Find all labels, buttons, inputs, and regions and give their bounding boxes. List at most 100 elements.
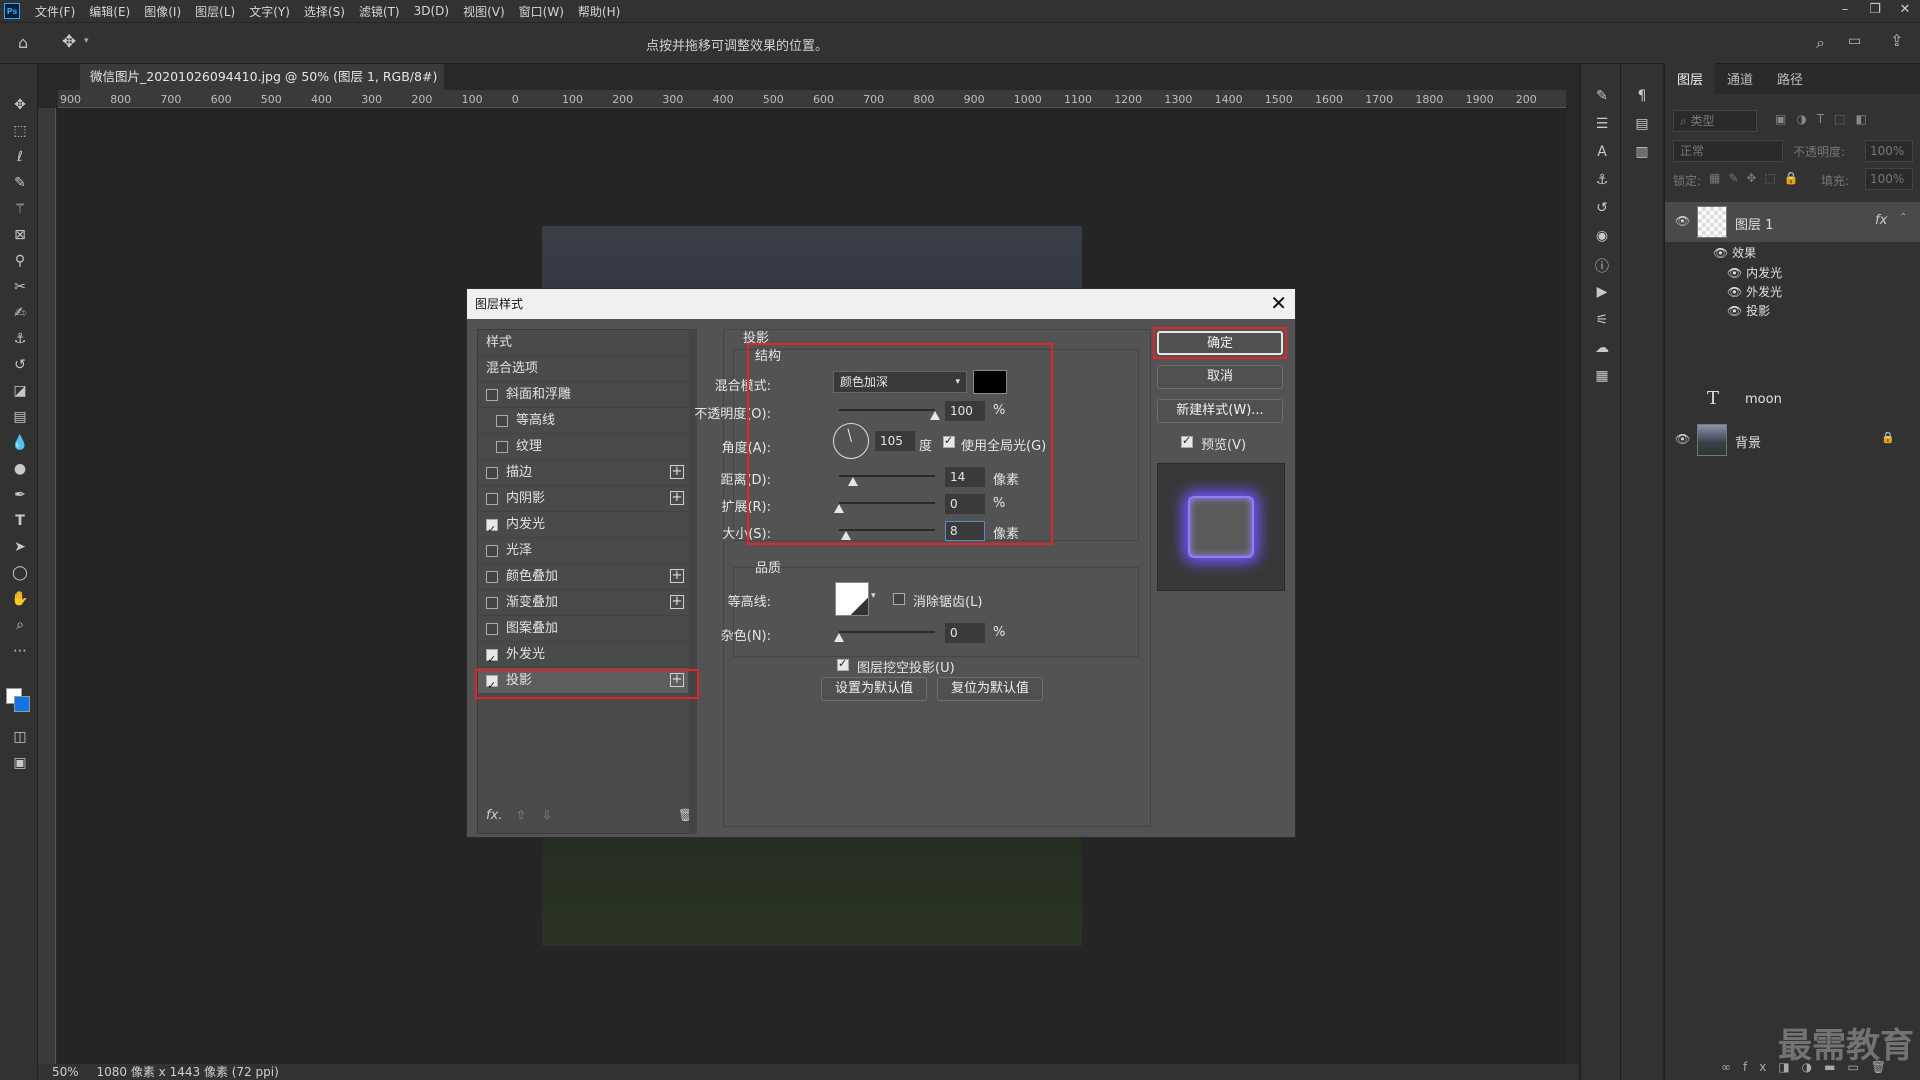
- ok-button[interactable]: 确定: [1157, 331, 1283, 355]
- style-item-inner-shadow[interactable]: 内阴影 +: [478, 486, 688, 512]
- new-style-button[interactable]: 新建样式(W)...: [1157, 399, 1283, 423]
- style-item-styles[interactable]: 样式: [478, 330, 688, 356]
- lasso-icon[interactable]: ℓ: [10, 148, 30, 166]
- notes-icon[interactable]: ▥: [1632, 144, 1652, 162]
- checkbox[interactable]: [486, 389, 498, 401]
- knockout-checkbox[interactable]: [837, 657, 849, 671]
- angle-dial[interactable]: [833, 423, 869, 459]
- layer-row-background[interactable]: 👁 背景 🔒: [1665, 420, 1920, 460]
- quick-select-icon[interactable]: ✎: [10, 174, 30, 192]
- distance-slider-knob[interactable]: [848, 477, 858, 486]
- opacity-input[interactable]: 100: [945, 401, 985, 421]
- spread-slider[interactable]: [839, 502, 935, 504]
- document-tab[interactable]: 微信图片_20201026094410.jpg @ 50% (图层 1, RGB…: [80, 64, 444, 110]
- preview-checkbox[interactable]: [1181, 434, 1193, 448]
- style-item-contour[interactable]: 等高线: [478, 408, 688, 434]
- fill-input[interactable]: 100%: [1865, 168, 1913, 190]
- eye-icon[interactable]: 👁: [1727, 266, 1746, 280]
- distance-input[interactable]: 14: [945, 467, 985, 487]
- menu-type[interactable]: 文字(Y): [242, 3, 297, 20]
- tab-paths[interactable]: 路径: [1765, 63, 1815, 94]
- blend-mode-select[interactable]: 正常: [1673, 140, 1783, 162]
- crop-icon[interactable]: ⊠: [10, 226, 30, 244]
- pen-icon[interactable]: ✒: [10, 486, 30, 504]
- dodge-icon[interactable]: ●: [10, 460, 30, 478]
- chevron-down-icon[interactable]: ▾: [84, 36, 89, 46]
- effect-drop-shadow[interactable]: 👁 投影: [1727, 302, 1770, 319]
- style-item-stroke[interactable]: 描边 +: [478, 460, 688, 486]
- eraser-icon[interactable]: ◪: [10, 382, 30, 400]
- checkbox[interactable]: [486, 493, 498, 505]
- style-item-drop-shadow[interactable]: 投影 +: [478, 668, 688, 699]
- blur-icon[interactable]: 💧: [10, 434, 30, 452]
- opacity-slider[interactable]: [839, 409, 935, 411]
- set-default-button[interactable]: 设置为默认值: [821, 677, 927, 701]
- brush-settings-icon[interactable]: ✎: [1592, 88, 1612, 106]
- minimize-icon[interactable]: –: [1830, 0, 1860, 22]
- screen-mode-icon[interactable]: ▣: [10, 754, 30, 772]
- menu-filter[interactable]: 滤镜(T): [352, 3, 407, 20]
- contour-picker[interactable]: [835, 582, 869, 616]
- chevron-up-icon[interactable]: ⌃: [1899, 212, 1907, 223]
- menu-window[interactable]: 窗口(W): [512, 3, 571, 20]
- style-item-satin[interactable]: 光泽: [478, 538, 688, 564]
- style-item-blending[interactable]: 混合选项: [478, 356, 688, 382]
- search-icon[interactable]: ⌕: [1816, 33, 1825, 53]
- style-item-pattern-overlay[interactable]: 图案叠加: [478, 616, 688, 642]
- menu-file[interactable]: 文件(F): [28, 3, 82, 20]
- checkbox[interactable]: [486, 673, 498, 699]
- cancel-button[interactable]: 取消: [1157, 365, 1283, 389]
- checkbox[interactable]: [486, 597, 498, 609]
- effect-outer-glow[interactable]: 👁 外发光: [1727, 283, 1782, 300]
- checkbox[interactable]: [486, 467, 498, 479]
- swatches-icon[interactable]: ⚟: [1592, 312, 1612, 330]
- spread-slider-knob[interactable]: [834, 504, 844, 513]
- blend-mode-select[interactable]: 颜色加深 ▾: [833, 371, 967, 393]
- layer-row-layer1[interactable]: 👁 图层 1 fx ⌃: [1665, 202, 1920, 242]
- global-light-checkbox[interactable]: [943, 434, 955, 448]
- style-item-texture[interactable]: 纹理: [478, 434, 688, 460]
- tab-channels[interactable]: 通道: [1715, 63, 1765, 94]
- home-icon[interactable]: ⌂: [18, 33, 28, 52]
- magic-wand-icon[interactable]: ⚚: [10, 200, 30, 218]
- type-icon[interactable]: T: [10, 512, 30, 530]
- menu-view[interactable]: 视图(V): [456, 3, 512, 20]
- checkbox[interactable]: [496, 415, 508, 427]
- table-icon[interactable]: ▦: [1592, 368, 1612, 386]
- character-icon[interactable]: A: [1592, 144, 1612, 162]
- quick-mask-icon[interactable]: ◫: [10, 728, 30, 746]
- noise-slider[interactable]: [839, 631, 935, 633]
- size-slider-knob[interactable]: [841, 531, 851, 540]
- restore-icon[interactable]: ❐: [1860, 0, 1890, 22]
- visibility-eye-icon[interactable]: 👁: [1675, 214, 1690, 228]
- opacity-slider-knob[interactable]: [930, 411, 940, 420]
- photoshop-logo[interactable]: Ps: [4, 3, 20, 19]
- move-tool-icon[interactable]: ✥: [62, 32, 76, 52]
- background-color-swatch[interactable]: [14, 696, 30, 712]
- reset-default-button[interactable]: 复位为默认值: [937, 677, 1043, 701]
- move-down-icon[interactable]: ⇩: [542, 808, 552, 822]
- checkbox[interactable]: [486, 571, 498, 583]
- eye-icon[interactable]: 👁: [1727, 304, 1746, 318]
- add-icon[interactable]: +: [670, 673, 684, 687]
- share-icon[interactable]: ⇪: [1890, 31, 1903, 50]
- style-item-inner-glow[interactable]: 内发光: [478, 512, 688, 543]
- healing-icon[interactable]: ✂: [10, 278, 30, 296]
- fx-badge[interactable]: fx: [1875, 213, 1887, 228]
- checkbox[interactable]: [486, 623, 498, 635]
- actions-play-icon[interactable]: ▶: [1592, 284, 1612, 302]
- noise-input[interactable]: 0: [945, 623, 985, 643]
- menu-3d[interactable]: 3D(D): [407, 4, 456, 18]
- menu-help[interactable]: 帮助(H): [571, 3, 627, 20]
- checkbox[interactable]: [496, 441, 508, 453]
- checkbox[interactable]: [486, 647, 498, 673]
- style-item-bevel[interactable]: 斜面和浮雕: [478, 382, 688, 408]
- marquee-icon[interactable]: ⬚: [10, 122, 30, 140]
- checkbox[interactable]: [486, 517, 498, 543]
- 3d-icon[interactable]: ☁: [1592, 340, 1612, 358]
- properties-icon[interactable]: ▤: [1632, 116, 1652, 134]
- size-slider[interactable]: [839, 529, 935, 531]
- menu-edit[interactable]: 编辑(E): [82, 3, 137, 20]
- close-window-icon[interactable]: ✕: [1890, 0, 1920, 22]
- more-tools-icon[interactable]: ⋯: [10, 642, 30, 660]
